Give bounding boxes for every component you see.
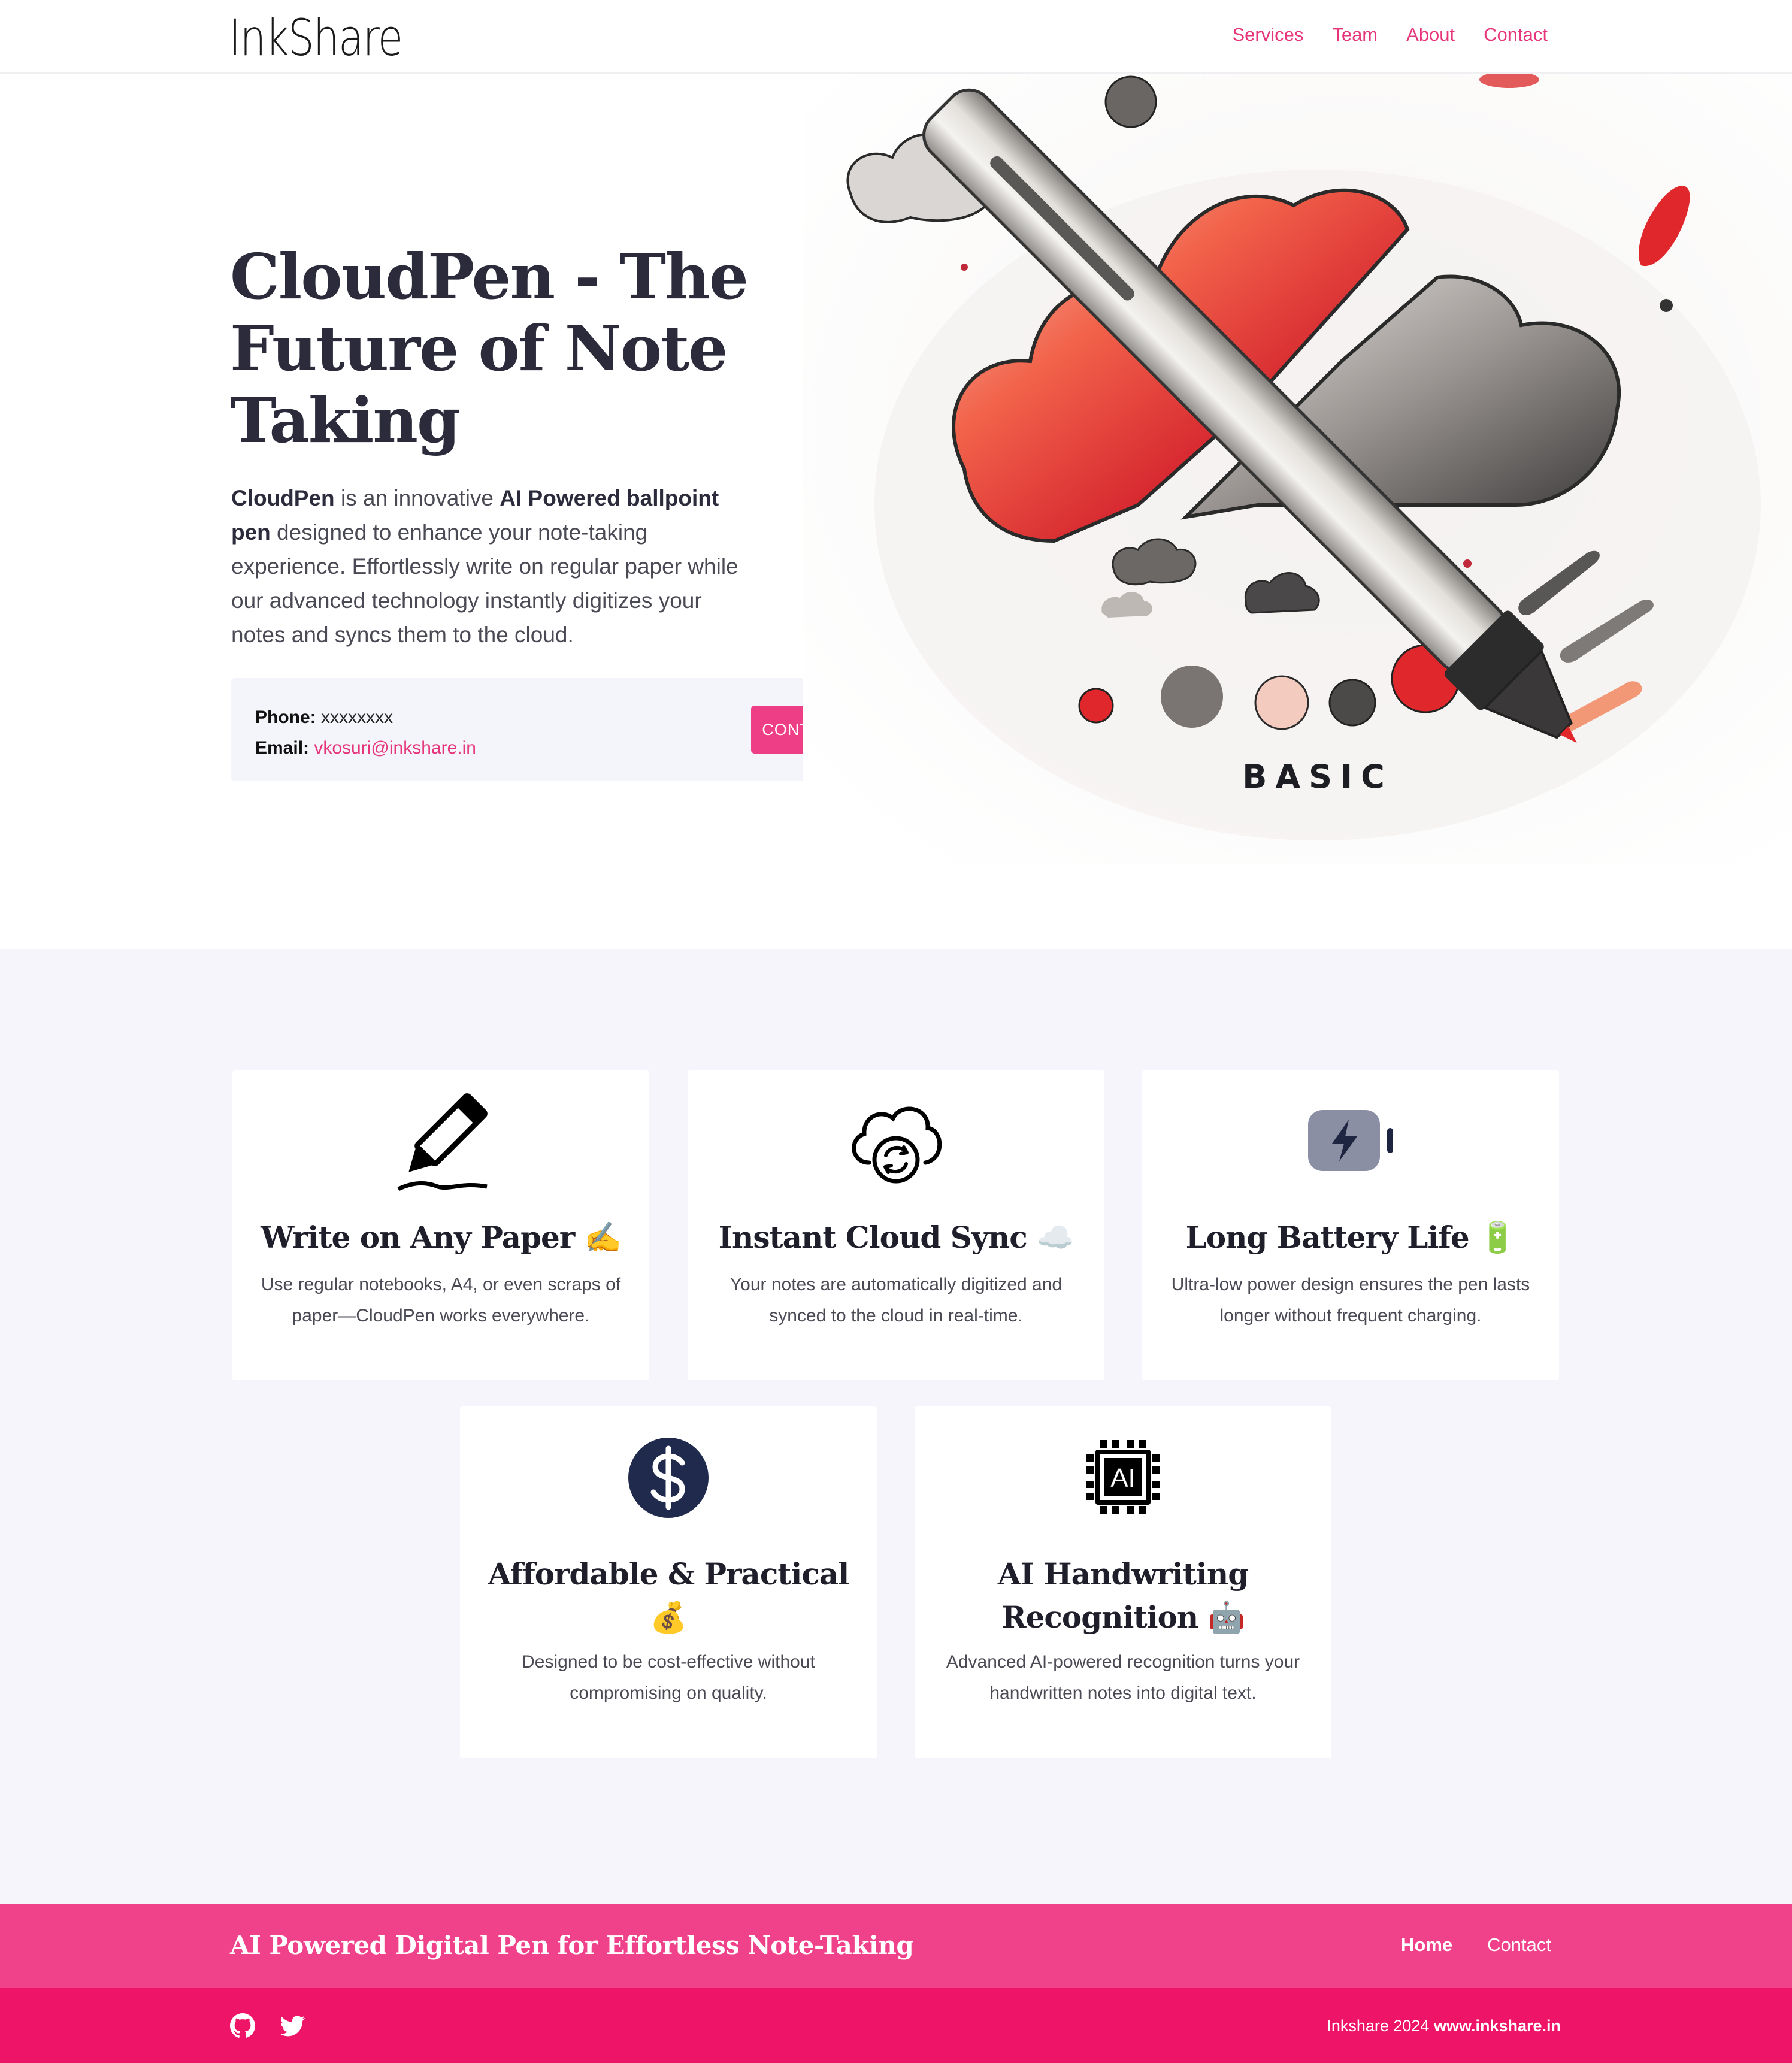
footer-top: AI Powered Digital Pen for Effortless No… xyxy=(0,1904,1792,1988)
copyright: Inkshare 2024 www.inkshare.in xyxy=(1327,2017,1561,2035)
main-nav: Services Team About Contact xyxy=(1232,24,1548,46)
cloud-sync-icon xyxy=(852,1106,942,1184)
hero-desc-text-2: designed to enhance your note-taking exp… xyxy=(231,520,738,647)
footer-bottom: Inkshare 2024 www.inkshare.in xyxy=(0,1988,1792,2063)
battery-charging-icon xyxy=(1308,1110,1393,1171)
ai-chip-icon: AI xyxy=(1086,1440,1160,1514)
nav-team[interactable]: Team xyxy=(1332,24,1378,46)
footer-nav-contact[interactable]: Contact xyxy=(1487,1934,1551,1956)
hero-description: CloudPen is an innovative AI Powered bal… xyxy=(231,481,758,652)
feature-card-write: Write on Any Paper ✍️ Use regular notebo… xyxy=(232,1070,649,1380)
nav-contact[interactable]: Contact xyxy=(1484,24,1548,46)
feature-title-ai: AI Handwriting Recognition 🤖 xyxy=(997,1556,1249,1635)
footer-nav-home[interactable]: Home xyxy=(1401,1934,1452,1956)
phone-line: Phone: xxxxxxxx xyxy=(255,702,476,733)
copyright-site[interactable]: www.inkshare.in xyxy=(1434,2017,1561,2035)
twitter-icon[interactable] xyxy=(280,2013,305,2038)
feature-text-affordable: Designed to be cost-effective without co… xyxy=(522,1652,815,1703)
contact-box: Phone: xxxxxxxx Email: vkosuri@inkshare.… xyxy=(231,678,878,781)
hero-brand: CloudPen xyxy=(231,486,335,510)
email-line: Email: vkosuri@inkshare.in xyxy=(255,733,476,763)
social-links xyxy=(230,2013,305,2038)
feature-card-affordable: Affordable & Practical 💰 Designed to be … xyxy=(460,1406,877,1758)
footer-tagline: AI Powered Digital Pen for Effortless No… xyxy=(230,1931,914,1960)
hero-desc-text-1: is an innovative xyxy=(334,486,500,510)
footer-nav: Home Contact xyxy=(1401,1934,1551,1956)
feature-card-sync: Instant Cloud Sync ☁️ Your notes are aut… xyxy=(688,1070,1104,1380)
feature-text-write: Use regular notebooks, A4, or even scrap… xyxy=(261,1275,621,1326)
github-icon[interactable] xyxy=(230,2013,255,2038)
hero-pen-illustration: BASIC xyxy=(803,74,1792,864)
nav-services[interactable]: Services xyxy=(1232,24,1303,46)
feature-title-write: Write on Any Paper ✍️ xyxy=(261,1220,622,1255)
phone-value: xxxxxxxx xyxy=(316,707,393,727)
feature-card-ai: AI AI Handwriting Recognition 🤖 Advanced… xyxy=(915,1406,1331,1758)
dollar-icon xyxy=(628,1438,709,1518)
pencil-icon xyxy=(397,1093,488,1191)
feature-title-battery: Long Battery Life 🔋 xyxy=(1185,1220,1516,1255)
feature-text-battery: Ultra-low power design ensures the pen l… xyxy=(1171,1275,1530,1326)
feature-text-sync: Your notes are automatically digitized a… xyxy=(729,1275,1063,1326)
feature-title-affordable: Affordable & Practical 💰 xyxy=(488,1556,849,1635)
site-logo[interactable]: InkShare xyxy=(229,8,403,67)
phone-label: Phone: xyxy=(255,707,316,727)
copyright-prefix: Inkshare 2024 xyxy=(1327,2017,1434,2035)
site-header: InkShare Services Team About Contact xyxy=(0,0,1792,74)
email-link[interactable]: vkosuri@inkshare.in xyxy=(314,738,476,758)
illustration-caption: BASIC xyxy=(1242,758,1393,795)
svg-text:AI: AI xyxy=(1110,1463,1136,1493)
feature-text-ai: Advanced AI-powered recognition turns yo… xyxy=(946,1652,1300,1703)
feature-card-battery: Long Battery Life 🔋 Ultra-low power desi… xyxy=(1142,1070,1559,1380)
email-label: Email: xyxy=(255,738,310,758)
nav-about[interactable]: About xyxy=(1406,24,1455,46)
contact-details: Phone: xxxxxxxx Email: vkosuri@inkshare.… xyxy=(255,702,476,763)
hero-title: CloudPen - The Future of Note Taking xyxy=(230,240,749,457)
feature-title-sync: Instant Cloud Sync ☁️ xyxy=(718,1220,1074,1255)
